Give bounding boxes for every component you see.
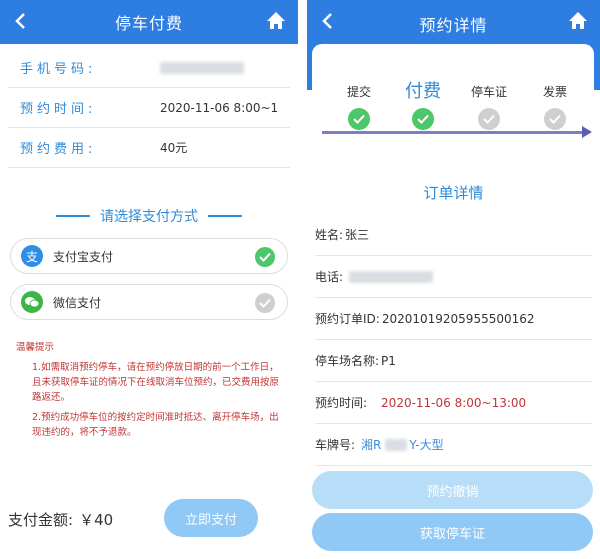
notice-title: 温馨提示 — [16, 342, 55, 353]
step-label: 停车证 — [470, 85, 507, 99]
payment-bar: 支付金额: ￥40 立即支付 — [0, 499, 298, 539]
screen-gap — [298, 0, 307, 559]
notice-item: 1.如需取消预约停车，请在预约停放日期的前一个工作日，且未获取停车证的情况下在线… — [32, 362, 280, 403]
booking-fee-row: 预约费用: 40元 — [8, 128, 290, 168]
check-icon — [412, 108, 434, 130]
divider — [56, 215, 90, 217]
pay-now-button[interactable]: 立即支付 — [164, 499, 258, 537]
step-invoice: 发票 — [525, 80, 585, 130]
home-button[interactable] — [266, 11, 286, 31]
wechat-pay-label: 微信支付 — [53, 295, 102, 310]
plate-prefix: 湘R — [361, 438, 382, 452]
check-unselected-icon — [255, 293, 275, 313]
payment-header: 停车付费 — [0, 0, 298, 44]
name-value: 张三 — [345, 228, 370, 242]
home-icon — [267, 12, 285, 29]
step-pay: 付费 — [393, 80, 453, 130]
phone-label: 手机号码: — [20, 62, 97, 77]
plate-suffix: Y-大型 — [409, 438, 444, 452]
steps-area: 提交 付费 停车证 发票 — [312, 80, 594, 144]
notice-box: 温馨提示 1.如需取消预约停车，请在预约停放日期的前一个工作日，且未获取停车证的… — [16, 340, 288, 440]
order-detail-title: 订单详情 — [423, 184, 484, 202]
name-row: 姓名: 张三 — [315, 214, 592, 256]
plate-row: 车牌号: 湘R Y-大型 — [315, 424, 592, 466]
booking-fee-label: 预约费用: — [20, 142, 97, 157]
progress-line — [322, 131, 584, 134]
order-id-value: 20201019205955500162 — [381, 311, 535, 326]
booking-detail-screen: 预约详情 提交 付费 停车证 发票 订单详情 姓名: 张三 电话: 预约订单ID… — [307, 0, 600, 559]
booking-time-row: 预约时间: 2020-11-06 8:00~13:00 — [315, 382, 592, 424]
chevron-left-icon — [322, 13, 332, 29]
check-pending-icon — [544, 108, 566, 130]
step-label: 提交 — [346, 85, 371, 99]
payment-method-title: 请选择支付方式 — [100, 209, 198, 225]
booking-time-value: 2020-11-06 8:00~13:00 — [381, 395, 527, 410]
home-button[interactable] — [568, 11, 588, 31]
parking-lot-value: P1 — [381, 353, 396, 368]
home-icon — [569, 12, 587, 29]
phone-row: 手机号码: — [8, 48, 290, 88]
step-label: 付费 — [405, 81, 441, 102]
progress-steps: 提交 付费 停车证 发票 — [312, 44, 594, 144]
payment-screen: 停车付费 手机号码: 预约时间: 2020-11-06 8:00~1 预约费用:… — [0, 0, 298, 559]
back-button[interactable] — [10, 10, 32, 32]
get-parking-permit-button[interactable]: 获取停车证 — [312, 513, 593, 551]
wechat-pay-option[interactable]: 微信支付 — [10, 284, 288, 320]
plate-value-redacted — [385, 438, 408, 451]
booking-time-label: 预约时间: — [20, 102, 97, 117]
back-button[interactable] — [317, 10, 339, 32]
alipay-option[interactable]: 支 支付宝支付 — [10, 238, 288, 274]
alipay-icon: 支 — [21, 245, 43, 267]
name-label: 姓名: — [315, 228, 344, 242]
phone-value-redacted — [349, 270, 434, 283]
phone-row: 电话: — [315, 256, 592, 298]
page-title: 预约详情 — [419, 16, 488, 35]
booking-time-value: 2020-11-06 8:00~1 — [160, 100, 279, 115]
booking-time-label: 预约时间: — [315, 396, 368, 410]
amount-value: ￥40 — [79, 510, 114, 529]
divider — [208, 215, 242, 217]
check-icon — [348, 108, 370, 130]
order-detail-list: 姓名: 张三 电话: 预约订单ID: 20201019205955500162 … — [315, 214, 592, 466]
svg-text:支: 支 — [26, 250, 38, 263]
phone-label: 电话: — [315, 270, 344, 284]
check-selected-icon — [255, 247, 275, 267]
wechat-icon — [21, 291, 43, 313]
step-permit: 停车证 — [459, 80, 519, 130]
order-id-row: 预约订单ID: 20201019205955500162 — [315, 298, 592, 340]
booking-time-row: 预约时间: 2020-11-06 8:00~1 — [8, 88, 290, 128]
check-pending-icon — [478, 108, 500, 130]
cancel-booking-button[interactable]: 预约撤销 — [312, 471, 593, 509]
notice-item: 2.预约成功停车位的按约定时间准时抵达、离开停车场，出现违约的，将不予退款。 — [32, 412, 279, 438]
step-label: 发票 — [542, 85, 567, 99]
order-id-label: 预约订单ID: — [315, 312, 380, 326]
alipay-label: 支付宝支付 — [53, 249, 114, 264]
payment-method-heading: 请选择支付方式 — [0, 206, 298, 226]
parking-lot-label: 停车场名称: — [315, 354, 380, 368]
page-title: 停车付费 — [114, 14, 183, 33]
chevron-left-icon — [15, 13, 25, 29]
step-submit: 提交 — [329, 80, 389, 130]
plate-label: 车牌号: — [315, 438, 356, 452]
phone-value-redacted — [160, 61, 244, 74]
parking-lot-row: 停车场名称: P1 — [315, 340, 592, 382]
amount-label: 支付金额: — [8, 510, 74, 529]
booking-fee-value: 40元 — [160, 141, 188, 155]
